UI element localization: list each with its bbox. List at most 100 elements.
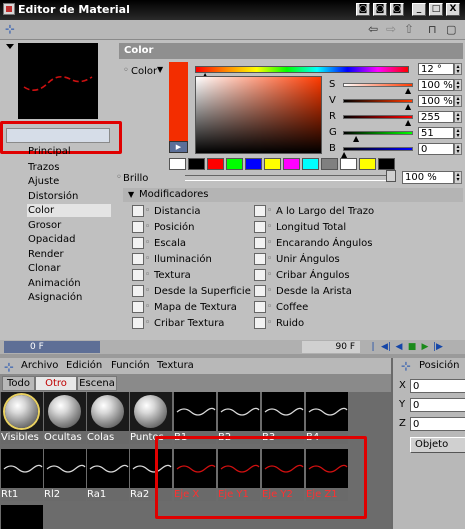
channel-animacion[interactable]: Animación — [27, 277, 111, 290]
modifier-checkbox[interactable] — [132, 221, 150, 234]
modifier-item[interactable]: Unir Ángulos — [254, 253, 340, 266]
modifier-item[interactable]: Ruido — [254, 317, 304, 330]
pin-icon[interactable]: ⊹ — [401, 359, 411, 373]
red-slider[interactable] — [343, 115, 413, 119]
material-thumbnail[interactable] — [87, 392, 129, 432]
material-thumbnail[interactable] — [1, 449, 43, 489]
title-bar[interactable]: Editor de Material ◙ ◙ ◙ _ □ X — [0, 0, 465, 20]
channel-principal[interactable]: Principal — [27, 145, 111, 158]
modifiers-heading[interactable]: Modificadores — [123, 188, 463, 202]
saturation-slider[interactable] — [343, 83, 413, 87]
material-cell[interactable]: Ocultas — [44, 392, 86, 444]
material-cell[interactable]: Rt1 — [1, 449, 43, 501]
modifier-item[interactable]: Cribar Textura — [132, 317, 224, 330]
palette-swatch[interactable] — [264, 158, 281, 170]
go-to-start-button[interactable]: |◀◀ — [368, 341, 382, 364]
lock-icon[interactable]: ⊓ — [428, 23, 437, 36]
maximize-button[interactable]: □ — [429, 3, 443, 16]
modifier-checkbox[interactable] — [254, 237, 272, 250]
material-thumbnail[interactable] — [306, 392, 348, 432]
position-x-field[interactable]: 0 — [410, 379, 465, 393]
red-slider-thumb[interactable]: ▲ — [405, 119, 411, 127]
material-cell[interactable]: Visibles — [1, 392, 43, 444]
modifier-item[interactable]: Coffee — [254, 301, 308, 314]
red-spinner[interactable]: ▴ ▾ — [454, 111, 462, 123]
menu-textura[interactable]: Textura — [157, 360, 194, 371]
modifier-item[interactable]: Distancia — [132, 205, 200, 218]
position-y-field[interactable]: 0 — [410, 398, 465, 412]
modifier-item[interactable]: Iluminación — [132, 253, 212, 266]
window-tool-button-3[interactable]: ◙ — [390, 3, 404, 16]
channel-clonar[interactable]: Clonar — [27, 262, 111, 275]
blue-spinner[interactable]: ▴ ▾ — [454, 143, 462, 155]
color-mode-dropdown-icon[interactable]: ▼ — [157, 65, 163, 74]
palette-swatch[interactable] — [226, 158, 243, 170]
tab-escena[interactable]: Escena — [77, 376, 117, 391]
previous-frame-button[interactable]: ◀ — [394, 341, 404, 353]
channel-grosor[interactable]: Grosor — [27, 219, 111, 232]
menu-edicion[interactable]: Edición — [66, 360, 102, 371]
modifier-checkbox[interactable] — [254, 317, 272, 330]
green-field[interactable]: 51 — [418, 127, 454, 139]
channel-render[interactable]: Render — [27, 248, 111, 261]
timeline-end-frame[interactable]: 90 F — [302, 341, 360, 353]
saturation-slider-thumb[interactable]: ▲ — [405, 87, 411, 95]
modifier-item[interactable]: Desde la Superficie — [132, 285, 251, 298]
window-tool-button-2[interactable]: ◙ — [373, 3, 387, 16]
brightness-slider-thumb[interactable] — [386, 170, 396, 182]
material-thumbnail[interactable] — [1, 392, 43, 432]
preview-menu-arrow-icon[interactable] — [6, 44, 14, 49]
window-tool-button-1[interactable]: ◙ — [356, 3, 370, 16]
minimize-button[interactable]: _ — [412, 3, 426, 16]
modifier-checkbox[interactable] — [132, 205, 150, 218]
palette-swatch[interactable] — [245, 158, 262, 170]
palette-swatch[interactable] — [321, 158, 338, 170]
green-spinner[interactable]: ▴ ▾ — [454, 127, 462, 139]
brightness-slider[interactable] — [185, 175, 395, 181]
palette-swatch[interactable] — [207, 158, 224, 170]
modifier-checkbox[interactable] — [132, 317, 150, 330]
modifier-checkbox[interactable] — [254, 301, 272, 314]
pin-icon[interactable]: ⊹ — [5, 23, 15, 36]
channel-ajuste[interactable]: Ajuste — [27, 175, 111, 188]
play-button[interactable]: ▶ — [420, 341, 430, 353]
palette-swatch[interactable] — [302, 158, 319, 170]
palette-swatch[interactable] — [188, 158, 205, 170]
channel-asignacion[interactable]: Asignación — [27, 291, 111, 304]
material-thumbnail[interactable] — [262, 392, 304, 432]
material-thumbnail[interactable] — [87, 449, 129, 489]
hue-slider[interactable] — [195, 66, 409, 73]
swatch-expand-button[interactable]: ▶ — [169, 141, 188, 153]
value-spinner[interactable]: ▴ ▾ — [454, 95, 462, 107]
brightness-spinner[interactable]: ▴ ▾ — [454, 171, 462, 184]
palette-swatch[interactable] — [378, 158, 395, 170]
channel-trazos[interactable]: Trazos — [27, 161, 111, 174]
go-to-end-button[interactable]: |▶ — [433, 341, 443, 353]
up-arrow-icon[interactable]: ⇧ — [404, 23, 414, 36]
saturation-value-picker[interactable] — [195, 76, 322, 154]
blue-slider[interactable] — [343, 147, 413, 151]
modifier-checkbox[interactable] — [132, 301, 150, 314]
modifier-checkbox[interactable] — [254, 285, 272, 298]
back-arrow-icon[interactable]: ⇦ — [368, 23, 378, 36]
timeline-current-frame[interactable]: 0 F — [4, 341, 100, 353]
value-slider[interactable] — [343, 99, 413, 103]
value-slider-thumb[interactable]: ▲ — [405, 103, 411, 111]
value-field[interactable]: 100 % — [418, 95, 454, 107]
material-cell[interactable]: Rl2 — [44, 449, 86, 501]
close-button[interactable]: X — [446, 3, 460, 16]
tab-todo[interactable]: Todo — [2, 376, 35, 391]
forward-arrow-icon[interactable]: ⇨ — [386, 23, 396, 36]
palette-swatch[interactable] — [169, 158, 186, 170]
modifier-item[interactable]: Cribar Ángulos — [254, 269, 350, 282]
material-thumbnail[interactable] — [44, 449, 86, 489]
channel-distorsion[interactable]: Distorsión — [27, 190, 111, 203]
material-preview[interactable] — [18, 43, 98, 119]
blue-field[interactable]: 0 — [418, 143, 454, 155]
material-thumbnail[interactable] — [1, 505, 43, 529]
palette-swatch[interactable] — [340, 158, 357, 170]
channel-opacidad[interactable]: Opacidad — [27, 233, 111, 246]
stop-button[interactable]: ■ — [407, 341, 417, 353]
color-swatch[interactable] — [169, 62, 188, 141]
modifier-item[interactable]: Escala — [132, 237, 186, 250]
